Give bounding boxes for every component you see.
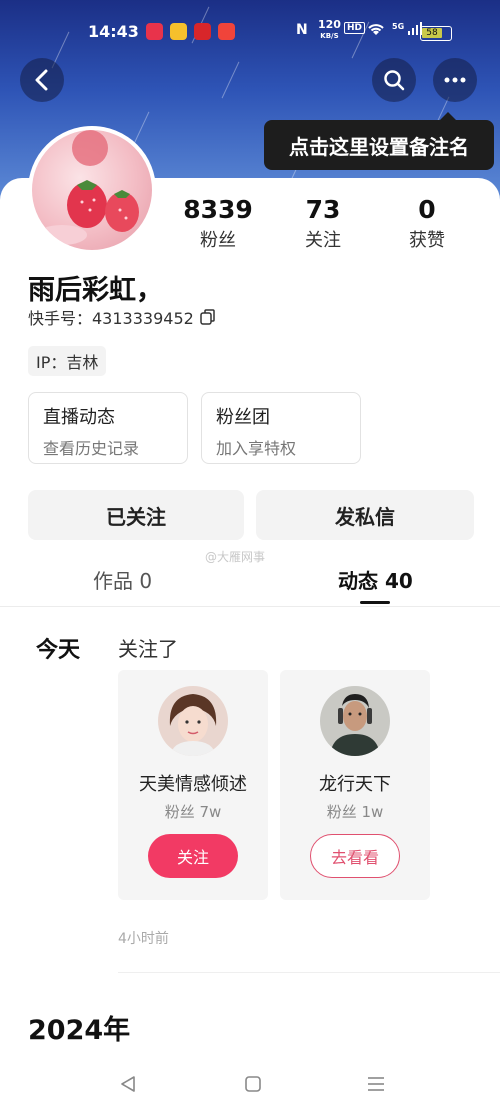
nfc-icon: N [296, 22, 308, 38]
send-message-button[interactable]: 发私信 [256, 490, 474, 540]
account-fans: 粉丝 7w [164, 803, 222, 821]
live-history-box[interactable]: 直播动态 查看历史记录 [28, 392, 188, 464]
profile-username: 雨后彩虹， [28, 275, 163, 306]
post-time: 4小时前 [118, 931, 169, 947]
nav-back-icon[interactable] [114, 1070, 142, 1098]
account-avatar[interactable] [320, 686, 390, 756]
signal-icon: 5G [392, 22, 422, 38]
battery-icon: 58 [420, 26, 452, 41]
news-app-icon [194, 23, 211, 40]
stat-label: 粉丝 [200, 230, 236, 251]
play-app-icon [218, 23, 235, 40]
stat-likes[interactable]: 0 获赞 [387, 195, 467, 252]
divider [0, 606, 500, 607]
stat-value: 0 [418, 195, 436, 224]
ip-location: IP：吉林 [28, 346, 107, 376]
fan-club-title: 粉丝团 [216, 407, 270, 428]
account-avatar[interactable] [158, 686, 228, 756]
system-navigation-bar [0, 1058, 500, 1111]
fan-club-box[interactable]: 粉丝团 加入享特权 [201, 392, 361, 464]
account-fans: 粉丝 1w [326, 803, 384, 821]
status-time: 14:43 [88, 22, 139, 41]
account-name: 天美情感倾述 [139, 774, 247, 795]
weibo-app-icon [170, 23, 187, 40]
kuaishou-id: 快手号：4313339452 [28, 305, 216, 329]
followed-button[interactable]: 已关注 [28, 490, 244, 540]
watermark: @大雁网事 [205, 550, 266, 564]
stat-fans[interactable]: 8339 粉丝 [178, 195, 258, 252]
hd-badge: HD [344, 22, 366, 34]
live-history-title: 直播动态 [43, 407, 115, 428]
video-app-icon [146, 23, 163, 40]
account-name: 龙行天下 [319, 774, 391, 795]
wifi-icon [366, 22, 386, 40]
profile-avatar[interactable] [28, 126, 156, 254]
followed-account-card[interactable]: 天美情感倾述 粉丝 7w 关注 [118, 670, 268, 900]
feed-action-label: 关注了 [118, 637, 178, 661]
followed-account-card[interactable]: 龙行天下 粉丝 1w 去看看 [280, 670, 430, 900]
more-button[interactable] [433, 58, 477, 102]
kuaishou-id-text: 快手号：4313339452 [28, 309, 194, 328]
go-view-button[interactable]: 去看看 [310, 834, 400, 878]
divider [118, 972, 500, 973]
remark-name-tooltip[interactable]: 点击这里设置备注名 [264, 112, 494, 170]
feed-date-label: 今天 [36, 638, 81, 663]
status-bar: 14:43 N 120 KB/S HD 5G 58 [0, 18, 500, 48]
stat-label: 获赞 [409, 230, 445, 251]
tab-works[interactable]: 作品 0 [93, 565, 152, 594]
active-tab-indicator [360, 601, 390, 604]
year-header: 2024年 [28, 1015, 131, 1046]
tab-moments[interactable]: 动态 40 [338, 565, 413, 594]
network-speed: 120 KB/S [318, 18, 341, 40]
chevron-left-icon [35, 69, 48, 91]
stat-label: 关注 [305, 230, 341, 251]
search-icon [384, 70, 405, 91]
nav-home-icon[interactable] [239, 1070, 267, 1098]
stat-value: 73 [305, 195, 341, 224]
search-button[interactable] [372, 58, 416, 102]
live-history-subtitle: 查看历史记录 [43, 439, 140, 458]
stat-following[interactable]: 73 关注 [283, 195, 363, 252]
more-dots-icon [444, 77, 466, 83]
back-button[interactable] [20, 58, 64, 102]
follow-button[interactable]: 关注 [148, 834, 238, 878]
fan-club-subtitle: 加入享特权 [216, 439, 297, 458]
stat-value: 8339 [183, 195, 253, 224]
copy-icon[interactable] [200, 309, 216, 325]
nav-menu-icon[interactable] [362, 1070, 390, 1098]
